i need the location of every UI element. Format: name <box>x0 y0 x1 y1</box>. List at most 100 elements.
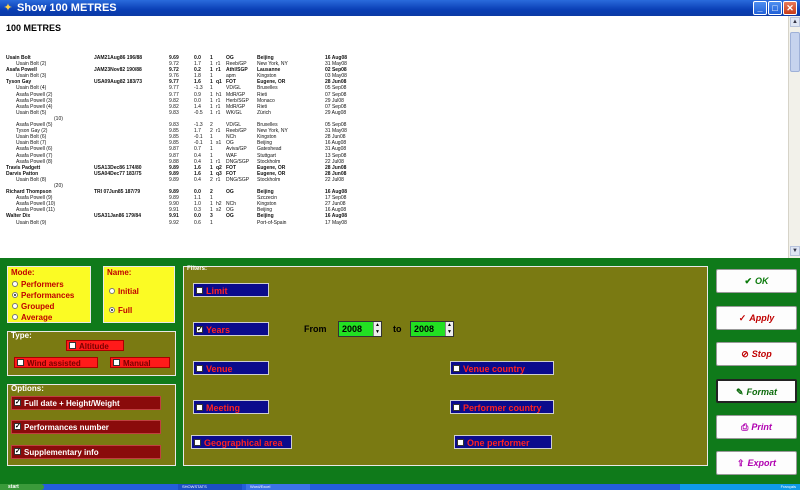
cell-mark: 9.92 <box>169 219 179 226</box>
cell-name: Darvis Patton <box>6 170 39 177</box>
cell-rd: q1 <box>216 79 222 86</box>
cell-comp: Herb/SGP <box>226 97 249 104</box>
checkbox-icon <box>453 404 460 412</box>
spinner-arrows-icon[interactable]: ▲ ▼ <box>445 322 453 336</box>
apply-button[interactable]: ✓ Apply <box>716 306 797 330</box>
mode-grouped[interactable]: Grouped <box>12 302 54 311</box>
print-button[interactable]: ⎙ Print <box>716 415 797 439</box>
cell-comp: FOT <box>226 79 236 86</box>
cell-pl: 1 <box>210 201 213 208</box>
performances-number-checkbox[interactable]: ✓ Performances number <box>11 420 161 434</box>
cell-name: Tyson Gay (2) <box>16 128 48 135</box>
one-performer-checkbox[interactable]: One performer <box>454 435 552 449</box>
full-date-checkbox[interactable]: ✓ Full date + Height/Weight <box>11 396 161 410</box>
cell-name: Asafa Powell (9) <box>16 195 53 202</box>
table-row[interactable]: Usain Bolt (9) 9.92 0.6 1 Port-of-Spain 17 Ma… <box>6 220 788 226</box>
cell-date: 31 May08 <box>325 128 347 135</box>
cell-date: 13 Sep08 <box>325 152 347 159</box>
stop-icon: ⊘ <box>741 349 749 359</box>
mode-performers[interactable]: Performers <box>12 280 64 289</box>
start-button[interactable]: start <box>0 484 44 490</box>
cell-name: Asafa Powell (8) <box>16 158 53 165</box>
cell-mark: 9.83 <box>169 122 179 129</box>
cell-mark: 9.72 <box>169 67 179 74</box>
cell-date: 29 Aug08 <box>325 109 347 116</box>
cell-name: Richard Thompson <box>6 189 52 196</box>
venue-checkbox[interactable]: Venue <box>193 361 269 375</box>
type-legend: Type: <box>11 331 32 340</box>
cell-wind: 0.2 <box>194 67 201 74</box>
cell-comp: VD/GL <box>226 85 242 92</box>
cell-nat: TRI 07Jun85 187/79 <box>94 189 141 196</box>
geographical-area-checkbox[interactable]: Geographical area <box>191 435 292 449</box>
cell-comp: OG <box>226 140 234 147</box>
name-group: Name: Initial Full <box>103 266 175 323</box>
cell-date: 22 Jul08 <box>325 176 344 183</box>
cell-rd: r1 <box>216 61 221 68</box>
ok-button[interactable]: ✔ OK <box>716 269 797 293</box>
mode-average[interactable]: Average <box>12 313 52 322</box>
row-count-label: (20) <box>54 182 63 189</box>
results-list[interactable]: 100 METRES Usain Bolt JAM21Aug86 196/88 9.… <box>0 16 800 258</box>
stop-button[interactable]: ⊘ Stop <box>716 342 797 366</box>
scroll-down-icon[interactable]: ▼ <box>790 246 800 256</box>
scroll-up-icon[interactable]: ▲ <box>790 17 800 27</box>
cell-venue: Kingston <box>257 134 277 141</box>
supplementary-info-checkbox[interactable]: ✓ Supplementary info <box>11 445 161 459</box>
mode-performances[interactable]: Performances <box>12 291 74 300</box>
cell-comp: FOT <box>226 164 236 171</box>
cell-date: 27 Jun08 <box>325 201 346 208</box>
format-button[interactable]: ✎ Format <box>716 379 797 403</box>
cell-comp: Aviva/GP <box>226 146 247 153</box>
name-initial[interactable]: Initial <box>109 287 139 296</box>
cell-date: 07 Sep08 <box>325 91 347 98</box>
cell-comp: OG <box>226 207 234 214</box>
cell-rd: q2 <box>216 164 222 171</box>
cell-venue: Lausanne <box>257 67 281 74</box>
cell-wind: 0.6 <box>194 219 201 226</box>
cell-comp: OG <box>226 55 234 61</box>
cell-wind: 1.6 <box>194 170 201 177</box>
performer-country-checkbox[interactable]: Performer country <box>450 400 554 414</box>
venue-country-checkbox[interactable]: Venue country <box>450 361 554 375</box>
cell-date: 29 Jul08 <box>325 97 344 104</box>
wind-assisted-checkbox[interactable]: Wind assisted <box>14 357 98 368</box>
cell-comp: MdR/GP <box>226 91 246 98</box>
printer-icon: ⎙ <box>741 422 749 432</box>
scroll-thumb[interactable] <box>790 32 800 72</box>
cell-pl: 1 <box>210 55 213 61</box>
cell-mark: 9.89 <box>169 195 179 202</box>
cell-mark: 9.87 <box>169 152 179 159</box>
cell-rd: s1 <box>216 140 222 147</box>
cell-mark: 9.82 <box>169 97 179 104</box>
years-checkbox[interactable]: ✓ Years <box>193 322 269 336</box>
mode-group: Mode: Performers Performances Grouped Av… <box>7 266 91 323</box>
cell-venue: Beijing <box>257 140 273 147</box>
taskbar-item[interactable]: SHOWSTATS <box>178 484 242 490</box>
cell-date: 17 May08 <box>325 219 347 226</box>
cell-pl: 1 <box>210 140 213 147</box>
close-button[interactable]: ✕ <box>783 1 797 15</box>
minimize-button[interactable]: _ <box>753 1 767 15</box>
cell-wind: -1.3 <box>194 122 203 129</box>
manual-checkbox[interactable]: Manual <box>110 357 170 368</box>
meeting-checkbox[interactable]: Meeting <box>193 400 269 414</box>
limit-checkbox[interactable]: Limit <box>193 283 269 297</box>
altitude-checkbox[interactable]: Altitude <box>66 340 124 351</box>
cell-pl: 1 <box>210 164 213 171</box>
checkbox-icon <box>196 287 203 295</box>
cell-wind: 1.8 <box>194 73 201 80</box>
to-year-spinner[interactable]: 2008 ▲ ▼ <box>410 321 454 337</box>
cell-comp: DNG/SGP <box>226 176 250 183</box>
from-year-spinner[interactable]: 2008 ▲ ▼ <box>338 321 382 337</box>
maximize-button[interactable]: □ <box>768 1 782 15</box>
taskbar-item[interactable]: Word/Excel <box>246 484 310 490</box>
cell-wind: 0.9 <box>194 91 201 98</box>
export-button[interactable]: ⇪ Export <box>716 451 797 475</box>
cell-venue: Beijing <box>257 207 273 214</box>
name-full[interactable]: Full <box>109 306 132 315</box>
results-scrollbar[interactable]: ▲ ▼ <box>788 16 800 258</box>
spinner-arrows-icon[interactable]: ▲ ▼ <box>373 322 381 336</box>
cell-pl: 2 <box>210 128 213 135</box>
cell-mark: 9.87 <box>169 146 179 153</box>
